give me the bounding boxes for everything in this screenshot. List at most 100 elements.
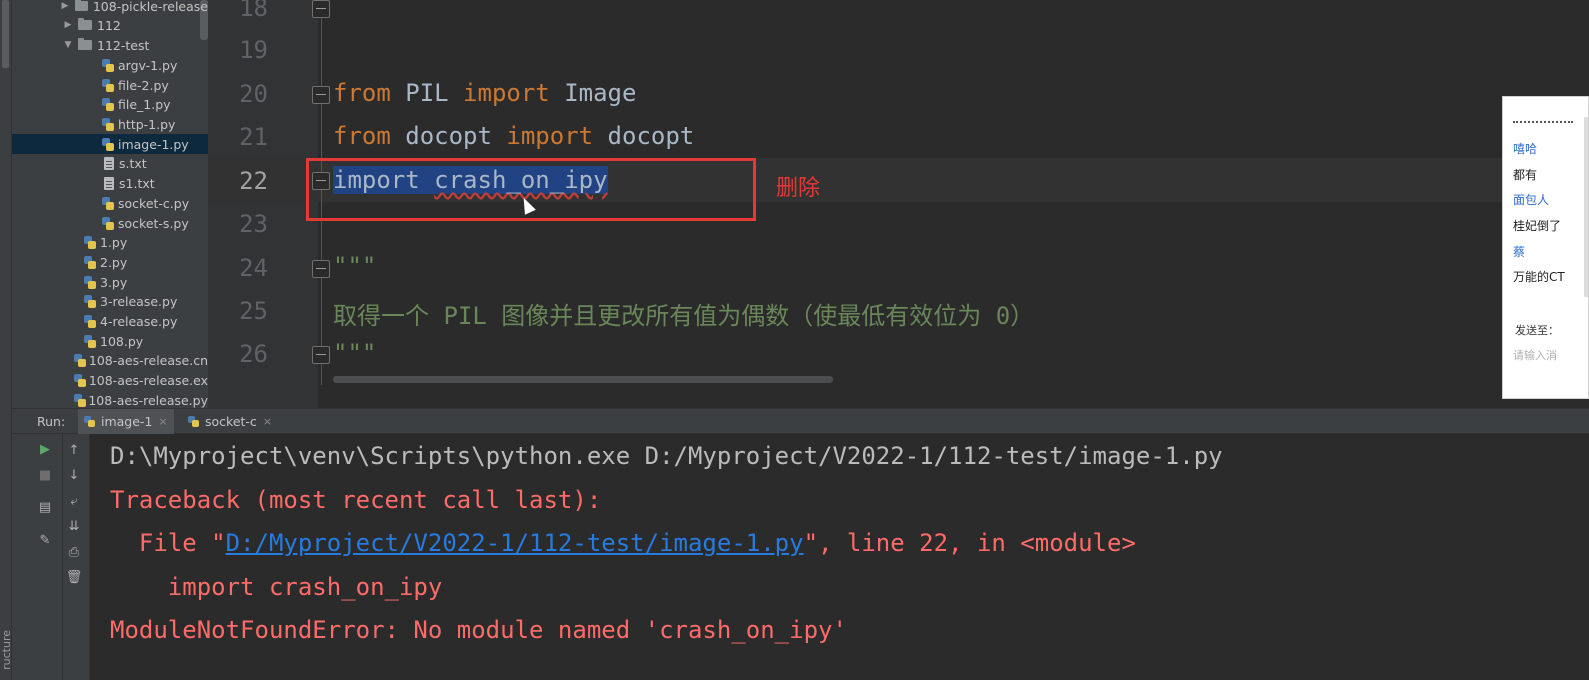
tree-item-s1-txt[interactable]: s1.txt bbox=[12, 173, 208, 193]
python-file-icon bbox=[84, 255, 96, 269]
python-file-icon bbox=[102, 58, 114, 72]
python-file-icon bbox=[84, 314, 96, 328]
line-number-current: 22 bbox=[239, 167, 268, 195]
line-number: 18 bbox=[239, 0, 268, 22]
code-line-18[interactable]: """ bbox=[333, 0, 376, 16]
python-file-icon bbox=[102, 216, 114, 230]
tree-item-3-release[interactable]: 3-release.py bbox=[12, 291, 208, 311]
file-link[interactable]: D:/Myproject/V2022-1/112-test/image-1.py bbox=[226, 529, 804, 557]
python-file-icon bbox=[84, 235, 96, 249]
python-file-icon bbox=[84, 275, 96, 289]
code-line-20[interactable]: from PIL import Image bbox=[333, 79, 636, 107]
strip-scroll-thumb[interactable] bbox=[2, 0, 9, 68]
close-icon[interactable]: × bbox=[158, 415, 167, 428]
chat-sender-name[interactable]: 嘻哈 bbox=[1513, 140, 1537, 157]
tree-item-4-release[interactable]: 4-release.py bbox=[12, 311, 208, 331]
up-arrow-icon[interactable]: ↑ bbox=[63, 440, 85, 460]
fold-marker-icon[interactable] bbox=[312, 260, 330, 278]
python-file-icon bbox=[102, 137, 114, 151]
run-tab-image-1[interactable]: image-1 × bbox=[78, 409, 174, 434]
scroll-to-end-icon[interactable]: ⇊ bbox=[63, 516, 85, 536]
tree-item-112-test[interactable]: ▼ 112-test bbox=[12, 35, 208, 55]
collapsed-arrow-icon[interactable]: ▶ bbox=[62, 20, 74, 30]
structure-tool-label[interactable]: ructure bbox=[0, 630, 13, 670]
console-file-line: File "D:/Myproject/V2022-1/112-test/imag… bbox=[110, 529, 1136, 557]
trash-icon[interactable]: 🗑 bbox=[63, 567, 85, 587]
tree-item-2-py[interactable]: 2.py bbox=[12, 252, 208, 272]
fold-marker-icon[interactable] bbox=[312, 346, 330, 364]
collapsed-arrow-icon[interactable]: ▶ bbox=[59, 1, 70, 11]
keyword-import: import bbox=[463, 79, 550, 107]
keyword-from: from bbox=[333, 79, 391, 107]
chat-message: 万能的CT bbox=[1513, 270, 1565, 284]
run-tool-window-header: Run: image-1 × socket-c × bbox=[12, 408, 1589, 434]
tree-item-file_1[interactable]: file_1.py bbox=[12, 94, 208, 114]
code-line-24[interactable]: """ bbox=[333, 252, 376, 280]
fold-marker-icon[interactable] bbox=[312, 0, 330, 18]
keyword-from: from bbox=[333, 122, 391, 150]
down-arrow-icon[interactable]: ↓ bbox=[63, 465, 85, 485]
chat-sender-name[interactable]: 面包人 bbox=[1513, 191, 1549, 208]
line-number: 23 bbox=[239, 210, 268, 238]
fold-marker-icon[interactable] bbox=[312, 86, 330, 104]
python-file-icon bbox=[74, 393, 87, 407]
python-file-icon bbox=[84, 294, 96, 308]
tree-item-s-txt[interactable]: s.txt bbox=[12, 153, 208, 173]
tree-item-108-aes-release-py[interactable]: 108-aes-release.py bbox=[12, 390, 208, 408]
tree-item-3-py[interactable]: 3.py bbox=[12, 272, 208, 292]
python-file-icon bbox=[102, 196, 114, 210]
run-icon[interactable]: ▶ bbox=[34, 439, 56, 459]
chat-popup[interactable]: 嘻哈 都有 面包人 桂妃倒了 蔡 万能的CT 发送至： 请输入消 bbox=[1502, 96, 1589, 399]
code-line-26[interactable]: """ bbox=[333, 339, 376, 367]
python-file-icon bbox=[74, 353, 87, 367]
close-icon[interactable]: × bbox=[263, 415, 272, 428]
code-line-25[interactable]: 取得一个 PIL 图像并且更改所有值为偶数（使最低有效位为 0） bbox=[333, 296, 1034, 331]
chat-message-input[interactable]: 请输入消 bbox=[1513, 347, 1557, 363]
layout-icon[interactable]: ▤ bbox=[34, 497, 56, 517]
pin-icon[interactable]: ✎ bbox=[34, 530, 56, 550]
tree-item-socket-s[interactable]: socket-s.py bbox=[12, 213, 208, 233]
python-file-icon bbox=[102, 117, 114, 131]
chat-sender-name[interactable]: 蔡 bbox=[1513, 243, 1525, 260]
chat-send-to-label[interactable]: 发送至： bbox=[1515, 322, 1559, 338]
run-tab-socket-c[interactable]: socket-c × bbox=[182, 409, 278, 434]
line-number: 26 bbox=[239, 340, 268, 368]
console-error-message: ModuleNotFoundError: No module named 'cr… bbox=[110, 616, 847, 644]
tree-item-image-1[interactable]: image-1.py bbox=[12, 134, 208, 154]
expanded-arrow-icon[interactable]: ▼ bbox=[62, 40, 74, 50]
tree-item-socket-c[interactable]: socket-c.py bbox=[12, 193, 208, 213]
editor-horizontal-scrollbar[interactable] bbox=[333, 376, 833, 383]
tree-item-file-2[interactable]: file-2.py bbox=[12, 75, 208, 95]
code-editor[interactable]: 18 19 20 21 22 23 24 25 26 """ from PIL … bbox=[208, 0, 1589, 408]
text-file-icon bbox=[104, 156, 114, 170]
tree-item-argv-1[interactable]: argv-1.py bbox=[12, 55, 208, 75]
code-line-21[interactable]: from docopt import docopt bbox=[333, 122, 694, 150]
tree-item-http-1[interactable]: http-1.py bbox=[12, 114, 208, 134]
line-number: 21 bbox=[239, 123, 268, 151]
tree-item-108-aes-release-ex[interactable]: 108-aes-release.ex bbox=[12, 370, 208, 390]
stop-icon[interactable]: ■ bbox=[34, 465, 56, 485]
tree-item-1-py[interactable]: 1.py bbox=[12, 232, 208, 252]
line-number: 20 bbox=[239, 80, 268, 108]
print-icon[interactable]: ⎙ bbox=[63, 542, 85, 562]
run-console[interactable]: D:\Myproject\venv\Scripts\python.exe D:/… bbox=[90, 434, 1589, 680]
tree-item-108-pickle-release[interactable]: ▶ 108-pickle-release bbox=[12, 0, 208, 16]
tree-item-108-py[interactable]: 108.py bbox=[12, 331, 208, 351]
module-name: PIL bbox=[390, 79, 464, 107]
console-traceback-header: Traceback (most recent call last): bbox=[110, 486, 602, 514]
python-file-icon bbox=[74, 373, 87, 387]
structure-strip[interactable]: ructure bbox=[0, 0, 13, 680]
chat-message: 桂妃倒了 bbox=[1513, 219, 1562, 233]
import-name: Image bbox=[549, 79, 637, 107]
folder-icon bbox=[78, 38, 92, 50]
soft-wrap-icon[interactable]: ⤶ bbox=[63, 491, 85, 511]
console-code-line: import crash_on_ipy bbox=[110, 573, 443, 601]
keyword-import: import bbox=[506, 122, 594, 150]
run-label: Run: bbox=[37, 414, 66, 429]
tree-item-108-aes-release-cn[interactable]: 108-aes-release.cn bbox=[12, 350, 208, 370]
chat-scrollbar[interactable] bbox=[1584, 117, 1588, 297]
tree-item-112[interactable]: ▶ 112 bbox=[12, 15, 208, 35]
python-file-icon bbox=[102, 97, 114, 111]
line-number: 19 bbox=[239, 36, 268, 64]
python-file-icon bbox=[84, 415, 96, 428]
